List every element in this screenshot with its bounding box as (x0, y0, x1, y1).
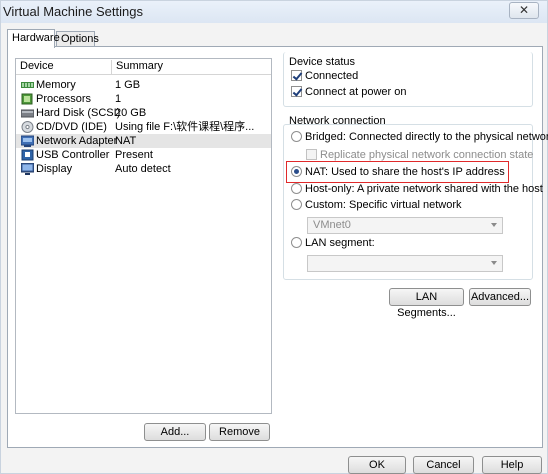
ok-button[interactable]: OK (348, 456, 406, 474)
device-summary: Auto detect (115, 163, 171, 175)
device-summary: Present (115, 149, 153, 161)
chevron-down-icon (491, 223, 497, 227)
checkbox-checked-icon (291, 86, 302, 97)
close-button[interactable]: ✕ (509, 2, 539, 19)
device-list[interactable]: Device Summary Memory 1 GB Processors 1 … (15, 58, 272, 414)
hard-disk-icon (21, 109, 34, 118)
device-name: Hard Disk (SCSI) (36, 107, 121, 119)
custom-radio[interactable]: Custom: Specific virtual network (291, 199, 462, 212)
device-summary: NAT (115, 135, 137, 147)
device-row-hard-disk[interactable]: Hard Disk (SCSI) 20 GB (16, 106, 271, 120)
host-only-label: Host-only: A private network shared with… (305, 183, 543, 195)
network-adapter-icon (21, 135, 34, 147)
lan-segment-label: LAN segment: (305, 237, 375, 249)
device-name: USB Controller (36, 149, 110, 161)
radio-icon (291, 199, 302, 210)
bridged-label: Bridged: Connected directly to the physi… (305, 131, 548, 143)
device-name: Processors (36, 93, 92, 105)
device-name: Display (36, 163, 73, 175)
close-icon: ✕ (518, 3, 530, 17)
processor-icon (21, 93, 33, 105)
memory-icon (21, 82, 34, 88)
cd-dvd-icon (21, 121, 34, 133)
device-row-cd-dvd[interactable]: CD/DVD (IDE) Using file F:\软件课程\程序... (16, 120, 271, 134)
device-name: Network Adapter (36, 135, 118, 147)
device-row-usb-controller[interactable]: USB Controller Present (16, 148, 271, 162)
device-list-header: Device Summary (16, 59, 271, 75)
tab-options[interactable]: Options (56, 31, 99, 47)
nat-radio[interactable]: NAT: Used to share the host's IP address (291, 166, 505, 179)
device-summary: Using file F:\软件课程\程序... (115, 121, 255, 133)
lan-segment-select[interactable] (307, 255, 503, 272)
radio-icon (291, 237, 302, 248)
cancel-button[interactable]: Cancel (413, 456, 474, 474)
radio-selected-icon (291, 166, 302, 177)
advanced-button[interactable]: Advanced... (469, 288, 531, 306)
host-only-radio[interactable]: Host-only: A private network shared with… (291, 183, 543, 196)
device-row-network-adapter[interactable]: Network Adapter NAT (16, 134, 271, 148)
lan-segment-radio[interactable]: LAN segment: (291, 237, 375, 250)
window-title: Virtual Machine Settings (3, 4, 143, 19)
checkbox-icon (306, 149, 317, 160)
lan-segments-button[interactable]: LAN Segments... (389, 288, 464, 319)
remove-device-button[interactable]: Remove (209, 423, 270, 441)
connect-at-power-on-label: Connect at power on (305, 86, 407, 98)
column-header-device[interactable]: Device (16, 60, 112, 74)
device-row-processors[interactable]: Processors 1 (16, 92, 271, 106)
column-header-summary[interactable]: Summary (111, 60, 271, 74)
radio-icon (291, 183, 302, 194)
help-button[interactable]: Help (482, 456, 542, 474)
device-name: Memory (36, 79, 76, 91)
device-summary: 1 (115, 93, 122, 105)
replicate-state-label: Replicate physical network connection st… (320, 149, 534, 161)
add-device-button[interactable]: Add... (144, 423, 206, 441)
connected-checkbox[interactable]: Connected (291, 70, 358, 83)
connect-at-power-on-checkbox[interactable]: Connect at power on (291, 86, 407, 99)
virtual-machine-settings-window: Virtual Machine Settings ✕ Hardware Opti… (0, 0, 548, 474)
bridged-radio[interactable]: Bridged: Connected directly to the physi… (291, 131, 548, 144)
chevron-down-icon (491, 261, 497, 265)
custom-label: Custom: Specific virtual network (305, 199, 462, 211)
radio-icon (291, 131, 302, 142)
connected-label: Connected (305, 70, 359, 82)
custom-network-select[interactable]: VMnet0 (307, 217, 503, 234)
device-row-display[interactable]: Display Auto detect (16, 162, 271, 176)
usb-icon (21, 149, 34, 161)
title-bar: Virtual Machine Settings ✕ (1, 1, 547, 23)
device-summary: 20 GB (115, 107, 147, 119)
device-summary: 1 GB (115, 79, 141, 91)
nat-label: NAT: Used to share the host's IP address (305, 166, 505, 178)
device-name: CD/DVD (IDE) (36, 121, 107, 133)
tab-hardware[interactable]: Hardware (7, 29, 60, 48)
custom-network-value: VMnet0 (313, 219, 351, 231)
checkbox-checked-icon (291, 70, 302, 81)
display-icon (21, 163, 34, 175)
device-row-memory[interactable]: Memory 1 GB (16, 78, 271, 92)
